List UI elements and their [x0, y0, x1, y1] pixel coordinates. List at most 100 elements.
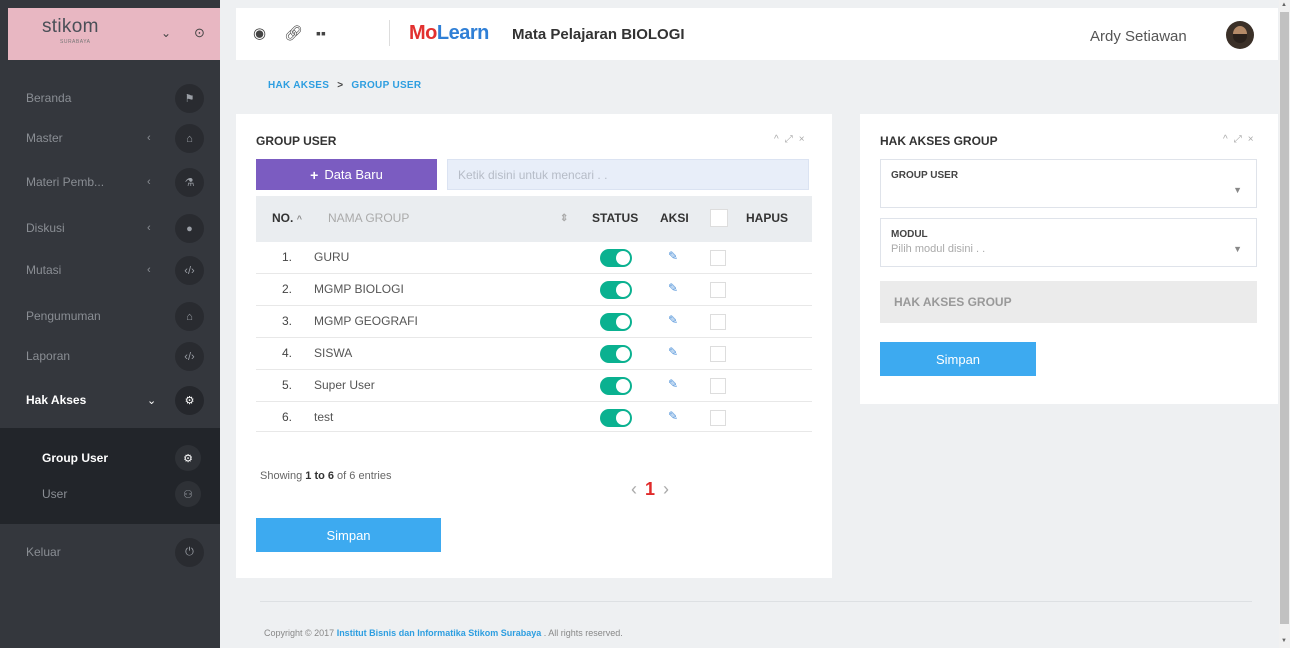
close-icon[interactable]: ×: [1248, 134, 1260, 145]
sidebar-item-label: Keluar: [26, 545, 61, 559]
sidebar-item-laporan[interactable]: Laporan ‹/›: [0, 336, 220, 376]
close-icon[interactable]: ×: [799, 134, 811, 145]
status-toggle[interactable]: [600, 249, 632, 267]
avatar[interactable]: [1226, 21, 1254, 49]
col-hapus: HAPUS: [746, 211, 789, 225]
group-user-select[interactable]: GROUP USER ▼: [880, 159, 1257, 208]
delete-checkbox[interactable]: [710, 314, 726, 330]
edit-icon[interactable]: ✎: [668, 281, 678, 295]
caret-down-icon: ▼: [1233, 244, 1242, 254]
col-no[interactable]: NO. ^: [272, 211, 302, 225]
chevron-right-icon: >: [337, 80, 344, 91]
search-input[interactable]: [447, 159, 809, 190]
new-data-label: Data Baru: [324, 167, 383, 182]
users-icon: ⚇: [175, 481, 201, 507]
sidebar-item-master[interactable]: Master ‹ ⌂: [0, 118, 220, 158]
sidebar-item-label: Hak Akses: [26, 393, 87, 407]
sidebar-item-materi[interactable]: Materi Pemb... ‹ ⚗: [0, 162, 220, 202]
sidebar-item-keluar[interactable]: Keluar ⏻: [0, 532, 220, 572]
col-status[interactable]: STATUS: [592, 211, 638, 225]
edit-icon[interactable]: ✎: [668, 313, 678, 327]
delete-checkbox[interactable]: [710, 410, 726, 426]
target-icon[interactable]: ⊙: [194, 25, 205, 41]
table-row: 5. Super User ✎: [256, 370, 812, 402]
cogs-icon: ⚙: [175, 386, 204, 415]
delete-checkbox[interactable]: [710, 250, 726, 266]
next-page-icon[interactable]: ›: [663, 479, 669, 499]
scrollbar-thumb[interactable]: [1280, 12, 1289, 624]
globe-icon[interactable]: ◉: [253, 24, 266, 42]
logo-mo: Mo: [409, 22, 437, 44]
sidebar-item-label: Laporan: [26, 349, 71, 363]
col-aksi: AKSI: [660, 211, 689, 225]
edit-icon[interactable]: ✎: [668, 377, 678, 391]
save-button[interactable]: Simpan: [880, 342, 1036, 376]
group-user-panel: GROUP USER ^⤢× + Data Baru NO. ^ NAMA GR…: [236, 114, 832, 578]
row-number: 3.: [282, 314, 293, 328]
table-row: 1. GURU ✎: [256, 242, 812, 274]
edit-icon[interactable]: ✎: [668, 345, 678, 359]
caret-down-icon: ▼: [1233, 185, 1242, 195]
row-name: Super User: [314, 378, 375, 392]
select-all-checkbox[interactable]: [710, 209, 728, 227]
access-group-panel: HAK AKSES GROUP ^⤢× GROUP USER ▼ MODUL P…: [860, 114, 1278, 404]
home-icon: ⌂: [175, 302, 204, 331]
expand-icon[interactable]: ⤢: [1234, 134, 1248, 145]
breadcrumb-current[interactable]: GROUP USER: [351, 80, 421, 91]
sort-icon[interactable]: ⇕: [560, 213, 568, 224]
module-select[interactable]: MODUL Pilih modul disini . . ▼: [880, 218, 1257, 267]
scroll-up-icon[interactable]: ▲: [1281, 2, 1287, 8]
grid-icon[interactable]: ▪▪: [316, 25, 326, 41]
collapse-icon[interactable]: ^: [774, 134, 785, 145]
status-toggle[interactable]: [600, 313, 632, 331]
delete-checkbox[interactable]: [710, 346, 726, 362]
row-name: MGMP BIOLOGI: [314, 282, 404, 296]
sidebar-item-hak-akses[interactable]: Hak Akses ⌄ ⚙: [0, 380, 220, 420]
power-icon: ⏻: [175, 538, 204, 567]
sidebar-item-label: Pengumuman: [26, 309, 101, 323]
sidebar-item-diskusi[interactable]: Diskusi ‹ ●: [0, 208, 220, 248]
panel-controls: ^⤢×: [1223, 134, 1260, 145]
topbar-divider: [389, 20, 390, 46]
status-toggle[interactable]: [600, 409, 632, 427]
save-button[interactable]: Simpan: [256, 518, 441, 552]
chevron-down-icon[interactable]: ⌄: [161, 26, 171, 40]
status-toggle[interactable]: [600, 345, 632, 363]
new-data-button[interactable]: + Data Baru: [256, 159, 437, 190]
sidebar-item-user[interactable]: User ⚇: [0, 478, 220, 510]
sidebar-item-pengumuman[interactable]: Pengumuman ⌂: [0, 296, 220, 336]
table-row: 6. test ✎: [256, 402, 812, 432]
user-name[interactable]: Ardy Setiawan: [1090, 28, 1187, 45]
link-icon[interactable]: 🔗︎: [284, 24, 303, 42]
flask-icon: ⚗: [175, 168, 204, 197]
sidebar-item-beranda[interactable]: Beranda ⚑: [0, 78, 220, 118]
sidebar-item-mutasi[interactable]: Mutasi ‹ ‹/›: [0, 250, 220, 290]
breadcrumb-parent[interactable]: HAK AKSES: [268, 80, 329, 91]
collapse-icon[interactable]: ^: [1223, 134, 1234, 145]
page-scrollbar[interactable]: ▲ ▼: [1279, 0, 1290, 648]
sidebar-item-group-user[interactable]: Group User ⚙: [0, 442, 220, 474]
stikom-logo[interactable]: stikom SURABAYA: [42, 16, 99, 45]
row-number: 6.: [282, 410, 293, 424]
status-toggle[interactable]: [600, 281, 632, 299]
field-label: MODUL: [891, 229, 928, 240]
edit-icon[interactable]: ✎: [668, 409, 678, 423]
status-toggle[interactable]: [600, 377, 632, 395]
sidebar-item-label: Mutasi: [26, 263, 62, 277]
field-label: GROUP USER: [891, 170, 959, 181]
rights-text: . All rights reserved.: [541, 628, 623, 638]
footer-link[interactable]: Institut Bisnis dan Informatika Stikom S…: [337, 628, 542, 638]
row-name: MGMP GEOGRAFI: [314, 314, 418, 328]
logo-text: stikom: [42, 16, 99, 37]
prev-page-icon[interactable]: ‹: [631, 479, 637, 499]
sidebar-item-label: Materi Pemb...: [26, 175, 105, 189]
delete-checkbox[interactable]: [710, 378, 726, 394]
expand-icon[interactable]: ⤢: [785, 134, 799, 145]
current-page[interactable]: 1: [645, 479, 655, 499]
delete-checkbox[interactable]: [710, 282, 726, 298]
sidebar-item-label: Diskusi: [26, 221, 65, 235]
edit-icon[interactable]: ✎: [668, 249, 678, 263]
col-nama-group[interactable]: NAMA GROUP: [328, 211, 409, 225]
scroll-down-icon[interactable]: ▼: [1281, 638, 1287, 644]
access-list-box: HAK AKSES GROUP: [880, 281, 1257, 323]
